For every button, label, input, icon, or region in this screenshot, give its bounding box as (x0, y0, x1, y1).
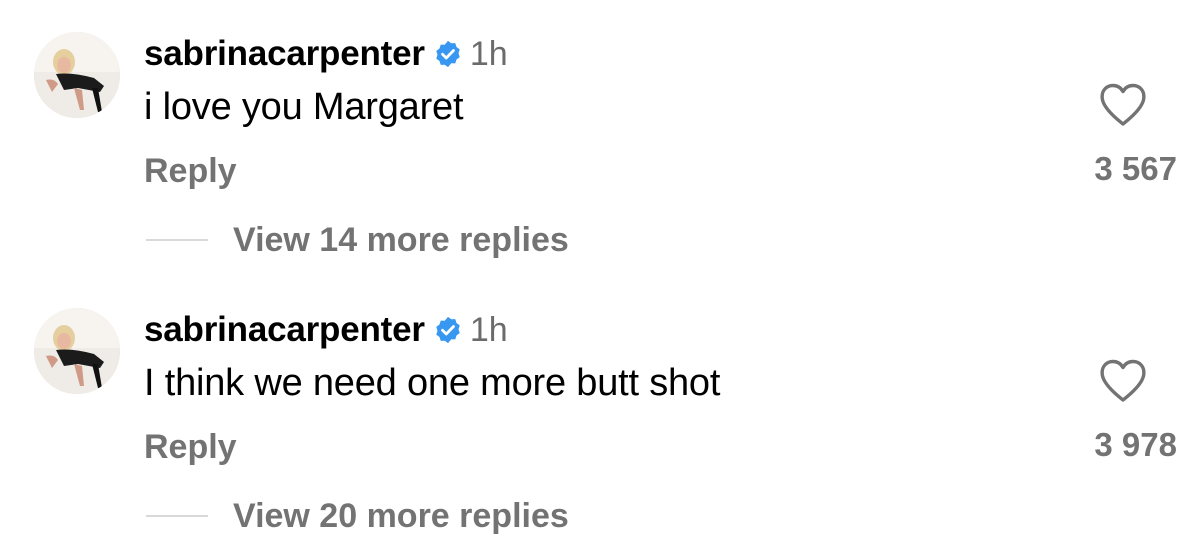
reply-button[interactable]: Reply (144, 152, 237, 191)
avatar[interactable] (34, 308, 120, 394)
view-replies-label: View 14 more replies (233, 220, 569, 259)
like-count: 3 567 (1094, 150, 1177, 187)
replies-divider (146, 515, 208, 517)
view-replies-label: View 20 more replies (233, 496, 569, 535)
comment-item: sabrinacarpenter 1h i love you Margaret … (0, 0, 1199, 270)
view-replies-button[interactable]: View 20 more replies (146, 494, 569, 538)
heart-outline-icon[interactable] (1098, 358, 1148, 404)
username[interactable]: sabrinacarpenter (144, 34, 425, 74)
reply-button[interactable]: Reply (144, 428, 237, 467)
timestamp: 1h (469, 310, 508, 349)
comment-item: sabrinacarpenter 1h I think we need one … (0, 276, 1199, 546)
username[interactable]: sabrinacarpenter (144, 310, 425, 350)
verified-badge-icon (433, 39, 463, 69)
timestamp: 1h (469, 34, 508, 73)
profile-photo-icon (34, 32, 120, 118)
verified-badge-icon (433, 315, 463, 345)
profile-photo-icon (34, 308, 120, 394)
comment-header: sabrinacarpenter 1h (144, 304, 508, 356)
comment-header: sabrinacarpenter 1h (144, 28, 508, 80)
replies-divider (146, 239, 208, 241)
heart-outline-icon[interactable] (1098, 82, 1148, 128)
comment-text: I think we need one more butt shot (144, 362, 721, 404)
avatar[interactable] (34, 32, 120, 118)
comment-text: i love you Margaret (144, 86, 464, 128)
like-count: 3 978 (1094, 426, 1177, 463)
view-replies-button[interactable]: View 14 more replies (146, 218, 569, 262)
